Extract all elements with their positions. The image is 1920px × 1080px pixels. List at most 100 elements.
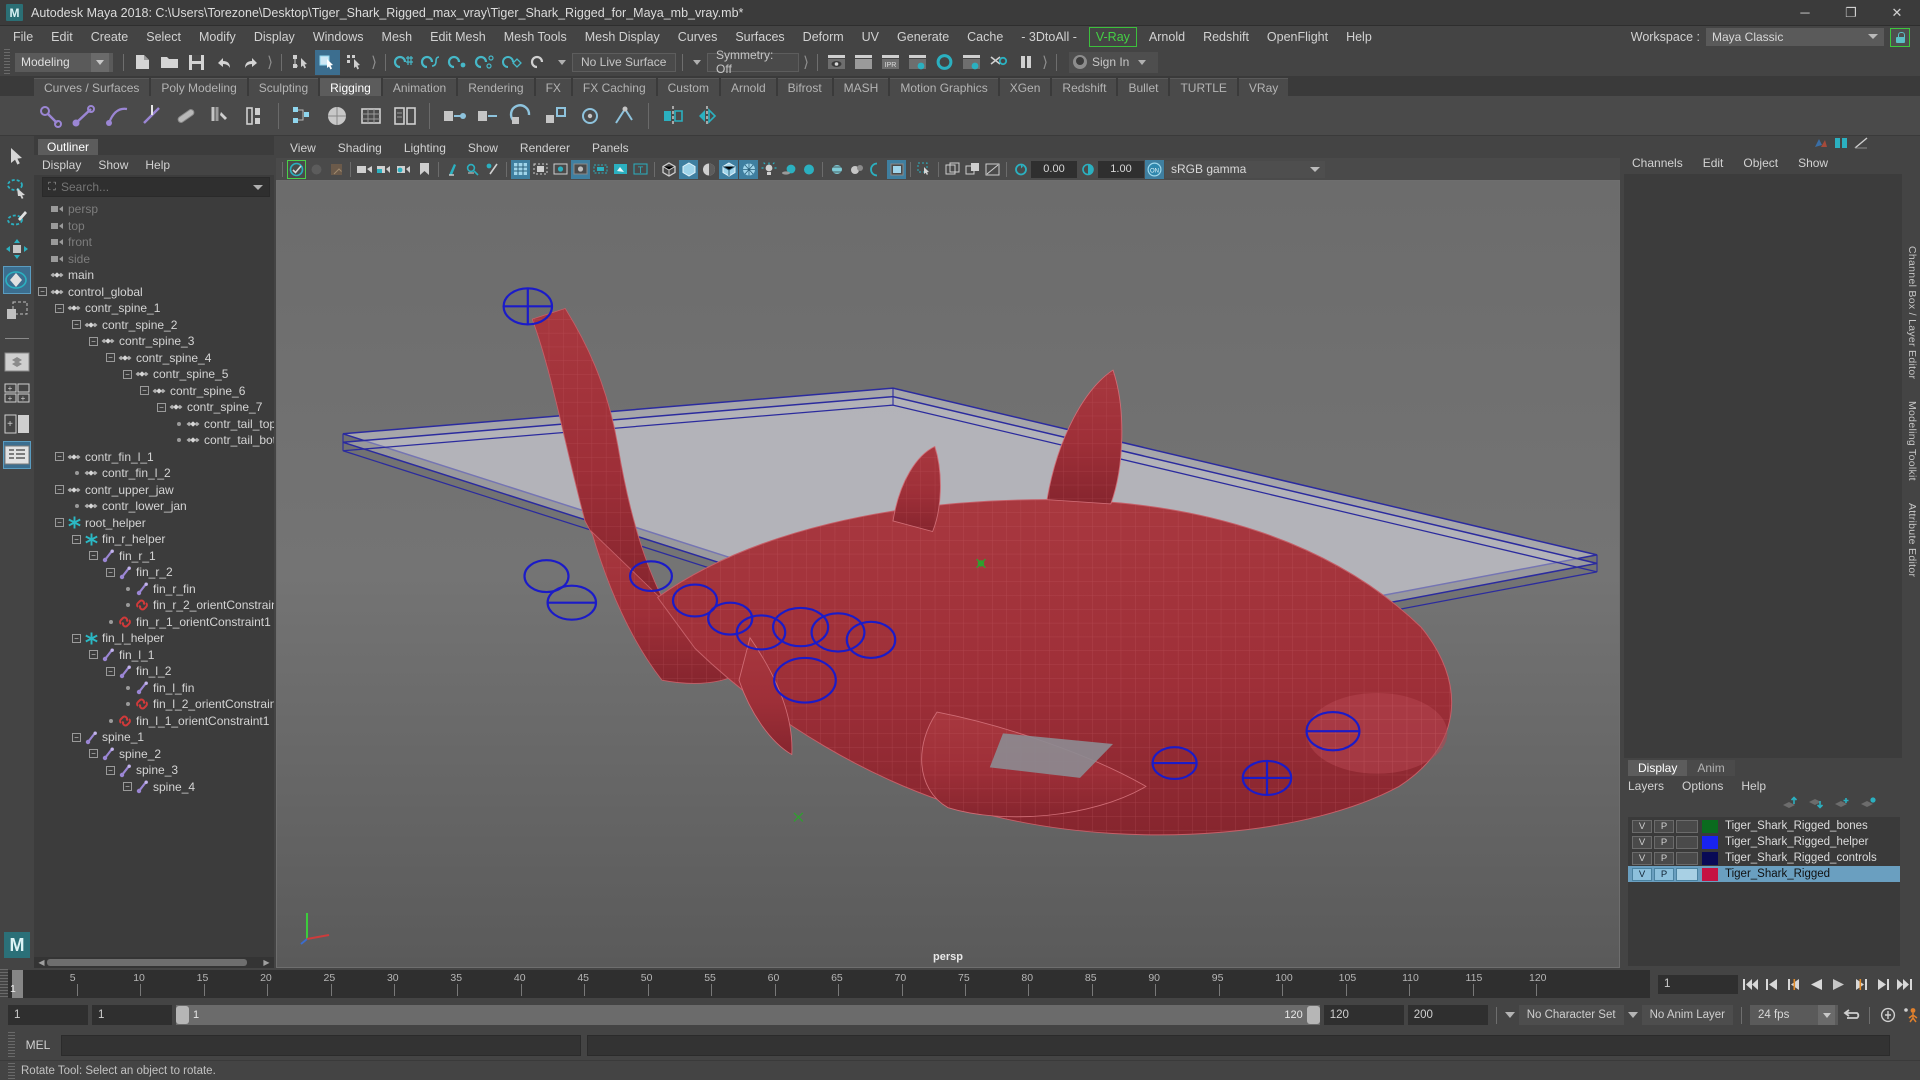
range-slider[interactable]: 1 120 bbox=[176, 1005, 1320, 1025]
outliner-item-contr_spine_7[interactable]: − contr_spine_7 bbox=[34, 399, 274, 416]
open-scene-icon[interactable] bbox=[157, 50, 182, 75]
menu-windows[interactable]: Windows bbox=[304, 27, 373, 47]
expand-collapse-toggle[interactable]: − bbox=[53, 483, 66, 496]
expand-collapse-toggle[interactable]: − bbox=[87, 747, 100, 760]
exposure-field[interactable]: 0.00 bbox=[1031, 160, 1077, 178]
expand-collapse-toggle[interactable]: − bbox=[138, 384, 151, 397]
shelf-tab-sculpting[interactable]: Sculpting bbox=[248, 78, 319, 96]
outliner-layout-icon[interactable] bbox=[3, 441, 31, 469]
outliner-item-root_helper[interactable]: − root_helper bbox=[34, 515, 274, 532]
ik-handle-icon[interactable] bbox=[68, 100, 100, 132]
command-output-field[interactable] bbox=[587, 1034, 1890, 1056]
undo-icon[interactable] bbox=[211, 50, 236, 75]
gamma-field[interactable]: 1.00 bbox=[1098, 160, 1144, 178]
redo-previous-render-icon[interactable] bbox=[851, 50, 876, 75]
shelf-tab-custom[interactable]: Custom bbox=[657, 78, 719, 96]
gamma-reset-icon[interactable] bbox=[1078, 160, 1097, 179]
expand-collapse-toggle[interactable]: − bbox=[70, 533, 83, 546]
vertical-tab-modeling-toolkit[interactable]: Modeling Toolkit bbox=[1906, 401, 1918, 481]
outliner-item-main[interactable]: main bbox=[34, 267, 274, 284]
lasso-tool-icon[interactable] bbox=[3, 173, 31, 201]
shelf-tab-vray[interactable]: VRay bbox=[1238, 78, 1289, 96]
outliner-item-spine_4[interactable]: − spine_4 bbox=[34, 779, 274, 796]
shelf-tab-rigging[interactable]: Rigging bbox=[320, 78, 381, 96]
camera-attributes-icon[interactable] bbox=[307, 160, 326, 179]
create-new-layer-icon[interactable] bbox=[1834, 797, 1850, 813]
current-frame-field[interactable]: 1 bbox=[1658, 974, 1738, 994]
loop-icon[interactable] bbox=[1842, 1005, 1861, 1025]
menu-mesh-tools[interactable]: Mesh Tools bbox=[495, 27, 576, 47]
expand-collapse-toggle[interactable]: − bbox=[155, 401, 168, 414]
textured-icon[interactable] bbox=[719, 159, 738, 179]
outliner-item-contr_lower_jan[interactable]: contr_lower_jan bbox=[34, 498, 274, 515]
outliner-item-contr_fin_l_2[interactable]: contr_fin_l_2 bbox=[34, 465, 274, 482]
command-language-label[interactable]: MEL bbox=[21, 1038, 55, 1052]
outliner-item-contr_spine_5[interactable]: − contr_spine_5 bbox=[34, 366, 274, 383]
select-tool-icon[interactable] bbox=[3, 142, 31, 170]
menu-help[interactable]: Help bbox=[1337, 27, 1381, 47]
time-slider[interactable]: 5 10 15 20 25 30 35 40 45 50 55 60 65 70 75 80 85 90 95 100… bbox=[8, 970, 1650, 998]
layer-editor-tab-anim[interactable]: Anim bbox=[1687, 760, 1735, 776]
snapshot-icon[interactable] bbox=[943, 160, 962, 179]
viewport-menu-panels[interactable]: Panels bbox=[592, 141, 629, 155]
step-forward-frame-icon[interactable] bbox=[1851, 974, 1870, 994]
shelf-tab-poly-modeling[interactable]: Poly Modeling bbox=[151, 78, 247, 96]
snap-to-view-planes-icon[interactable] bbox=[500, 50, 525, 75]
scroll-left-icon[interactable]: ◀ bbox=[36, 958, 47, 967]
vertical-tab-channel-box-layer-editor[interactable]: Channel Box / Layer Editor bbox=[1906, 246, 1918, 379]
sign-in-button[interactable]: Sign In bbox=[1069, 51, 1159, 73]
save-scene-icon[interactable] bbox=[184, 50, 209, 75]
workspace-lock-button[interactable] bbox=[1890, 27, 1910, 47]
shelf-tab-rendering[interactable]: Rendering bbox=[458, 78, 534, 96]
outliner-item-fin_l_fin[interactable]: fin_l_fin bbox=[34, 680, 274, 697]
menu-arnold[interactable]: Arnold bbox=[1140, 27, 1194, 47]
menu-display[interactable]: Display bbox=[245, 27, 304, 47]
color-management-on-icon[interactable]: ON bbox=[1145, 159, 1164, 179]
outliner-item-fin_r_2_orientConstraint1[interactable]: fin_r_2_orientConstraint1 bbox=[34, 597, 274, 614]
menu-curves[interactable]: Curves bbox=[669, 27, 727, 47]
outliner-item-fin_l_1[interactable]: − fin_l_1 bbox=[34, 647, 274, 664]
toolbar-drag-handle[interactable] bbox=[4, 49, 10, 75]
range-slider-left-handle[interactable] bbox=[176, 1006, 189, 1024]
display-layer-row[interactable]: V P Tiger_Shark_Rigged_bones bbox=[1628, 818, 1900, 834]
make-live-icon[interactable] bbox=[527, 50, 552, 75]
chevron-down-icon[interactable] bbox=[558, 59, 566, 65]
workspace-dropdown[interactable]: Maya Classic bbox=[1706, 28, 1884, 46]
expand-collapse-toggle[interactable]: − bbox=[36, 285, 49, 298]
wireframe-on-shaded-icon[interactable] bbox=[511, 159, 530, 179]
exposure-reset-icon[interactable] bbox=[1011, 160, 1030, 179]
outliner-item-contr_tail_bottom[interactable]: contr_tail_bottom bbox=[34, 432, 274, 449]
chevron-down-icon[interactable] bbox=[1627, 1012, 1638, 1018]
shelf-tab-bullet[interactable]: Bullet bbox=[1118, 78, 1169, 96]
shadows-toggle-icon[interactable] bbox=[779, 160, 798, 179]
play-backwards-icon[interactable] bbox=[1807, 974, 1826, 994]
play-forwards-icon[interactable] bbox=[1829, 974, 1848, 994]
create-layer-from-selected-icon[interactable] bbox=[1860, 797, 1876, 813]
show-manipulator-icon[interactable] bbox=[1814, 137, 1828, 152]
layer-playback-toggle[interactable]: P bbox=[1654, 819, 1674, 833]
snap-to-point-icon[interactable] bbox=[446, 50, 471, 75]
shelf-tab-turtle[interactable]: TURTLE bbox=[1170, 78, 1237, 96]
select-by-hierarchy-icon[interactable] bbox=[288, 50, 313, 75]
expand-collapse-toggle[interactable]: − bbox=[53, 516, 66, 529]
viewport-menu-renderer[interactable]: Renderer bbox=[520, 141, 570, 155]
layer-visibility-toggle[interactable]: V bbox=[1632, 835, 1652, 849]
hardware-texturing-icon[interactable] bbox=[739, 159, 758, 179]
color-space-dropdown[interactable]: sRGB gamma bbox=[1165, 160, 1325, 178]
outliner-item-control_global[interactable]: − control_global bbox=[34, 284, 274, 301]
shelf-tab-mash[interactable]: MASH bbox=[833, 78, 889, 96]
aim-constraint-icon[interactable] bbox=[574, 100, 606, 132]
channel-box-content[interactable] bbox=[1624, 174, 1902, 758]
outliner-item-fin_r_fin[interactable]: fin_r_fin bbox=[34, 581, 274, 598]
menu-redshift[interactable]: Redshift bbox=[1194, 27, 1258, 47]
expand-collapse-toggle[interactable]: − bbox=[87, 549, 100, 562]
chevron-down-icon[interactable] bbox=[253, 184, 263, 190]
close-button[interactable]: ✕ bbox=[1874, 0, 1920, 26]
collapse-handle[interactable]: ⟩ bbox=[265, 53, 275, 71]
viewport-menu-view[interactable]: View bbox=[290, 141, 316, 155]
outliner-menu-display[interactable]: Display bbox=[42, 157, 90, 173]
display-layer-row[interactable]: V P Tiger_Shark_Rigged_helper bbox=[1628, 834, 1900, 850]
mirror-skin-weights-icon[interactable] bbox=[691, 100, 723, 132]
redo-icon[interactable] bbox=[238, 50, 263, 75]
outliner-item-contr_spine_6[interactable]: − contr_spine_6 bbox=[34, 383, 274, 400]
